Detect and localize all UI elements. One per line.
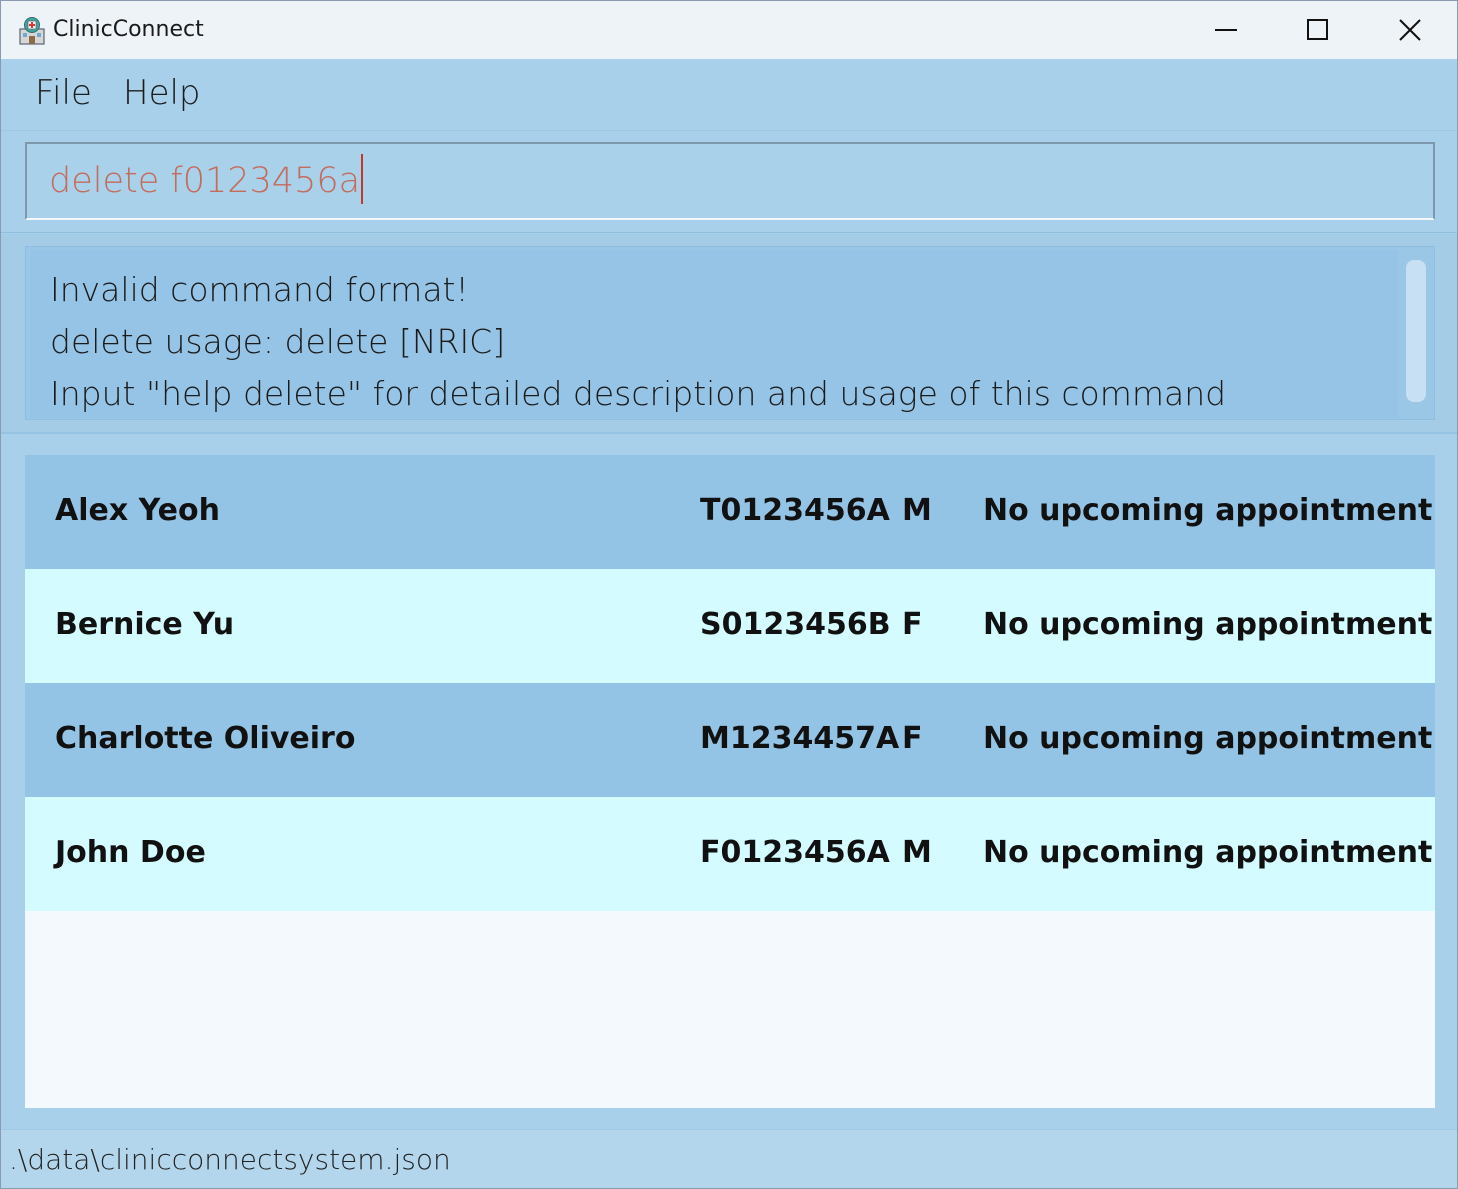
minimize-icon [1215, 29, 1237, 31]
command-input[interactable]: delete f0123456a [25, 142, 1435, 220]
patient-sex: F [902, 607, 923, 642]
patient-name: Bernice Yu [55, 607, 235, 642]
title-bar[interactable]: ClinicConnect [1, 1, 1457, 59]
patient-name: Alex Yeoh [55, 493, 220, 528]
menu-file[interactable]: File [35, 73, 92, 113]
patient-row[interactable]: John Doe F0123456A M No upcoming appoint… [25, 797, 1435, 911]
result-scrollbar[interactable] [1400, 247, 1434, 419]
scrollbar-thumb[interactable] [1406, 260, 1426, 402]
result-line: delete usage: delete [NRIC] [50, 322, 506, 361]
maximize-icon [1307, 19, 1328, 40]
clinic-app-icon [19, 17, 45, 45]
patient-name: Charlotte Oliveiro [55, 721, 356, 756]
result-display: Invalid command format! delete usage: de… [25, 246, 1435, 420]
patient-appointment: No upcoming appointment [983, 493, 1433, 528]
result-panel: Invalid command format! delete usage: de… [1, 234, 1457, 434]
patient-appointment: No upcoming appointment [983, 721, 1433, 756]
patient-appointment: No upcoming appointment [983, 607, 1433, 642]
app-window: ClinicConnect File Help delete f0123456a [0, 0, 1458, 1189]
result-line: Invalid command format! [50, 270, 469, 309]
data-file-path: .\data\clinicconnectsystem.json [9, 1143, 451, 1176]
patient-nric: S0123456B [700, 607, 891, 642]
patient-sex: F [902, 721, 923, 756]
patient-appointment: No upcoming appointment [983, 835, 1433, 870]
command-input-text: delete f0123456a [49, 161, 361, 201]
patient-nric: T0123456A [700, 493, 890, 528]
command-panel: delete f0123456a [1, 131, 1457, 233]
patient-sex: M [902, 493, 932, 528]
patient-name: John Doe [55, 835, 206, 870]
patient-row[interactable]: Charlotte Oliveiro M1234457A F No upcomi… [25, 683, 1435, 797]
patient-sex: M [902, 835, 932, 870]
patient-nric: M1234457A [700, 721, 900, 756]
close-icon [1399, 19, 1421, 41]
patient-row[interactable]: Alex Yeoh T0123456A M No upcoming appoin… [25, 455, 1435, 569]
menu-help[interactable]: Help [123, 73, 201, 113]
window-title: ClinicConnect [53, 17, 204, 42]
result-text-area[interactable]: Invalid command format! delete usage: de… [30, 250, 1398, 418]
patient-nric: F0123456A [700, 835, 890, 870]
maximize-button[interactable] [1272, 1, 1364, 59]
status-bar: .\data\clinicconnectsystem.json [1, 1129, 1457, 1188]
menu-bar: File Help [1, 59, 1457, 131]
patient-list: Alex Yeoh T0123456A M No upcoming appoin… [25, 455, 1435, 1108]
minimize-button[interactable] [1180, 1, 1272, 59]
text-caret [361, 154, 364, 204]
close-button[interactable] [1364, 1, 1456, 59]
result-line: Input "help delete" for detailed descrip… [50, 374, 1227, 413]
patient-row[interactable]: Bernice Yu S0123456B F No upcoming appoi… [25, 569, 1435, 683]
